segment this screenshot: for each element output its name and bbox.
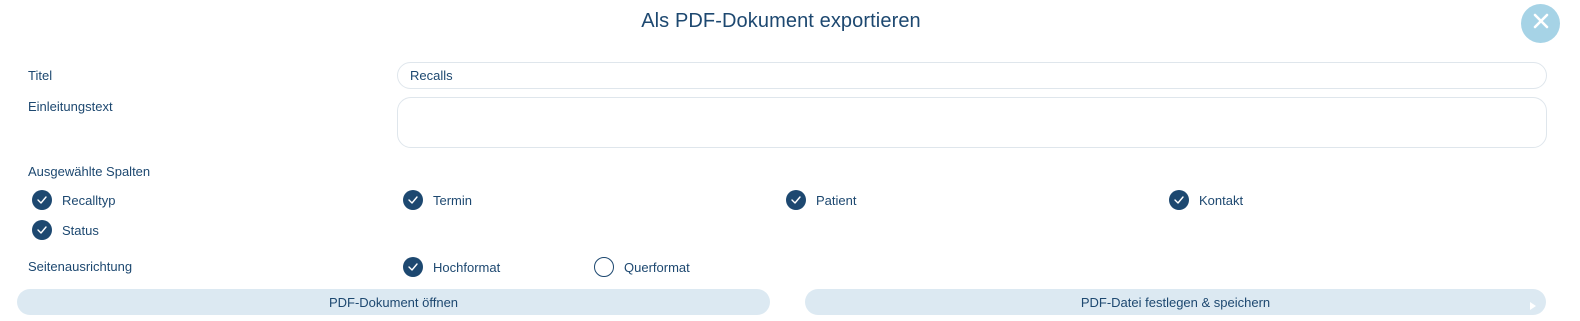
orientation-option-portrait[interactable]: Hochformat xyxy=(403,257,500,277)
check-icon xyxy=(32,190,52,210)
intro-textarea[interactable] xyxy=(397,97,1547,148)
column-checkbox-label: Patient xyxy=(816,192,857,208)
open-pdf-button-label: PDF-Dokument öffnen xyxy=(328,294,459,310)
column-checkbox-status[interactable]: Status xyxy=(32,220,99,240)
column-checkbox-patient[interactable]: Patient xyxy=(786,190,856,210)
column-checkbox-kontakt[interactable]: Kontakt xyxy=(1169,190,1243,210)
columns-label: Ausgewählte Spalten xyxy=(28,164,151,179)
save-pdf-button[interactable]: PDF-Datei festlegen & speichern xyxy=(805,289,1546,315)
close-icon xyxy=(1532,12,1550,35)
intro-label: Einleitungstext xyxy=(28,99,113,114)
check-icon xyxy=(1169,190,1189,210)
column-checkbox-label: Kontakt xyxy=(1199,192,1244,208)
dialog-title: Als PDF-Dokument exportieren xyxy=(641,10,921,32)
title-label: Titel xyxy=(28,68,53,83)
column-checkbox-label: Status xyxy=(62,222,99,238)
open-pdf-button[interactable]: PDF-Dokument öffnen xyxy=(17,289,770,315)
caret-right-icon xyxy=(1530,298,1536,313)
check-icon xyxy=(32,220,52,240)
column-checkbox-termin[interactable]: Termin xyxy=(403,190,472,210)
orientation-option-landscape[interactable]: Querformat xyxy=(594,257,690,277)
close-button[interactable] xyxy=(1521,4,1560,43)
column-checkbox-label: Recalltyp xyxy=(62,192,116,208)
orientation-option-label: Hochformat xyxy=(433,259,501,275)
orientation-option-label: Querformat xyxy=(624,259,690,275)
orientation-label: Seitenausrichtung xyxy=(28,259,133,274)
save-pdf-button-label: PDF-Datei festlegen & speichern xyxy=(1080,294,1271,310)
column-checkbox-recalltyp[interactable]: Recalltyp xyxy=(32,190,115,210)
title-input[interactable] xyxy=(397,62,1547,89)
check-icon xyxy=(786,190,806,210)
column-checkbox-label: Termin xyxy=(433,192,473,208)
check-icon xyxy=(403,190,423,210)
radio-empty-icon xyxy=(594,257,614,277)
pdf-export-dialog: Als PDF-Dokument exportieren Titel Einle… xyxy=(0,0,1580,321)
check-icon xyxy=(403,257,423,277)
